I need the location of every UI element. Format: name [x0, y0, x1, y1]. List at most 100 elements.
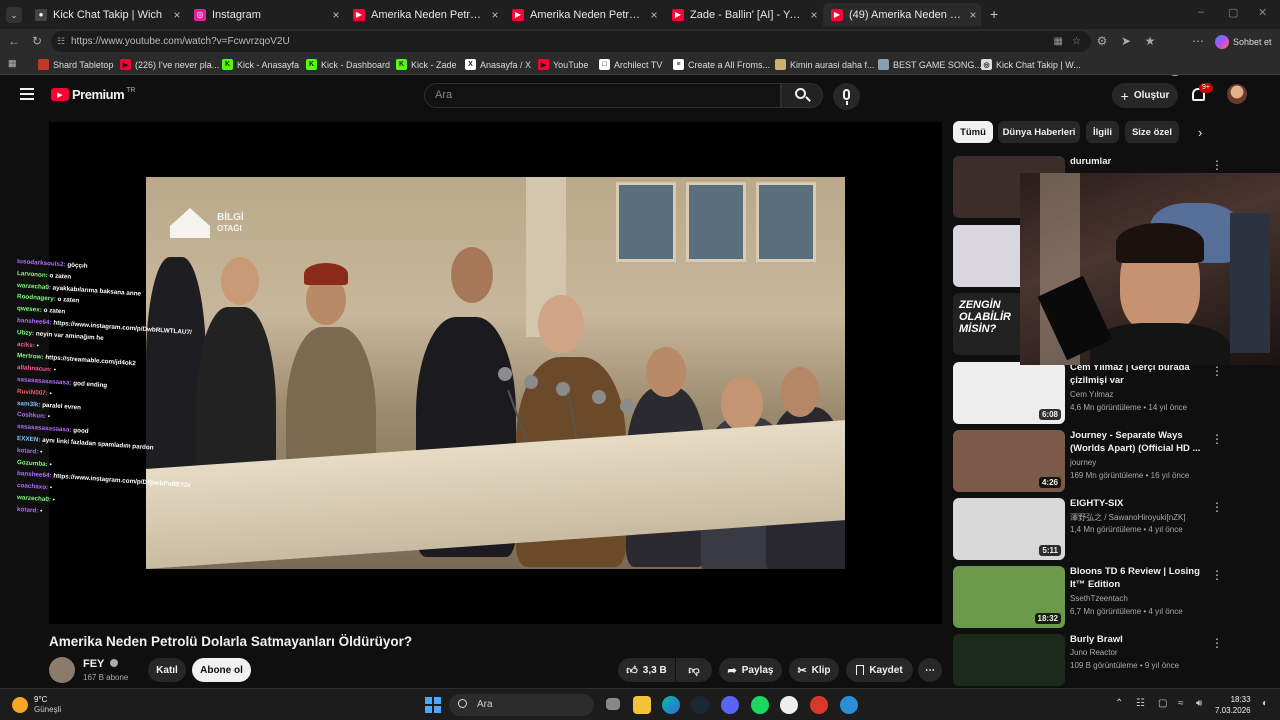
video-title[interactable]: Burly Brawl [1070, 634, 1215, 647]
tab-close-icon[interactable]: × [646, 8, 662, 22]
tab-close-icon[interactable]: × [806, 8, 822, 22]
filter-chip[interactable]: Size özel [1125, 121, 1179, 143]
bookmarks-menu-icon[interactable]: ▦ [8, 58, 17, 69]
windows-start-icon[interactable] [425, 697, 441, 713]
browser-tab[interactable]: ▶ Amerika Neden Petrolü Dolarla Sa× [504, 3, 662, 26]
app-blue-icon[interactable] [840, 696, 858, 714]
tab-actions-icon[interactable]: ⌄ [6, 7, 22, 23]
channel-name[interactable]: FEY [83, 658, 119, 670]
more-vertical-icon[interactable]: ⋮ [1211, 364, 1223, 378]
wifi-icon[interactable]: ≈ [1178, 698, 1184, 709]
new-tab-button[interactable]: + [990, 6, 998, 22]
bookmark-item[interactable]: Kimin aurasi daha f... [775, 57, 875, 72]
reader-mode-icon[interactable]: ▦ [1054, 31, 1063, 52]
video-title[interactable]: Journey - Separate Ways (Worlds Apart) (… [1070, 430, 1215, 455]
bookmark-item[interactable]: ≡ Create a All Froms... [673, 57, 770, 72]
account-avatar[interactable] [1227, 84, 1247, 104]
network-icon[interactable]: ☷ [1136, 698, 1145, 709]
recommended-video[interactable]: 6:08 Cem Yılmaz | Gerçi burada çizilmişi … [953, 362, 1253, 424]
browser-tab[interactable]: ▶ (49) Amerika Neden Petrolü D× [823, 3, 981, 26]
more-vertical-icon[interactable]: ⋮ [1211, 158, 1223, 172]
video-title[interactable]: Cem Yılmaz | Gerçi burada çizilmişi var [1070, 362, 1215, 387]
filter-chip[interactable]: İlgili [1086, 121, 1119, 143]
browser-tab[interactable]: ▶ Amerika Neden Petrolü Dolarla Sa× [345, 3, 503, 26]
bookmark-item[interactable]: X Anasayfa / X [465, 57, 531, 72]
channel-avatar[interactable] [49, 657, 75, 683]
recommended-video[interactable]: 18:32 Bloons TD 6 Review | Losing It™ Edi… [953, 566, 1253, 628]
copilot-button[interactable]: Sohbet et [1215, 32, 1272, 51]
clock[interactable]: 18:33 7.03.2026 [1215, 694, 1251, 716]
youtube-logo[interactable]: ▶ Premium TR [51, 87, 135, 102]
video-thumbnail[interactable]: 4:26 [953, 430, 1065, 492]
voice-search-button[interactable] [833, 83, 860, 110]
bookmark-item[interactable]: ◎ Kick Chat Takip | W... [981, 57, 1081, 72]
recommended-video[interactable]: Burly Brawl Juno Reactor 109 B görüntüleme… [953, 634, 1253, 694]
more-menu-icon[interactable]: ⋯ [1190, 33, 1206, 49]
close-window-button[interactable]: ✕ [1258, 6, 1267, 19]
bookmark-item[interactable]: BEST GAME SONG... [878, 57, 982, 72]
notification-center-icon[interactable]: ◐ [1262, 698, 1268, 709]
unreal-icon[interactable] [780, 696, 798, 714]
save-button[interactable]: Kaydet [846, 658, 913, 682]
search-input[interactable]: Ara [424, 83, 781, 108]
site-info-icon[interactable]: ☷ [57, 31, 65, 52]
spotify-icon[interactable] [751, 696, 769, 714]
extensions-icon[interactable]: ⚙ [1094, 33, 1110, 49]
dislike-button[interactable]: 👎︎ [676, 658, 712, 682]
tab-close-icon[interactable]: × [169, 8, 185, 22]
create-button[interactable]: + Oluştur [1112, 83, 1178, 108]
file-explorer-icon[interactable] [633, 696, 651, 714]
tab-close-icon[interactable]: × [965, 8, 981, 22]
subscribe-button[interactable]: Abone ol [192, 658, 251, 682]
tray-chevron-icon[interactable]: ⌃ [1115, 698, 1123, 709]
browser-tab[interactable]: ▶ Zade - Ballin' [AI] - YouTube× [664, 3, 822, 26]
bookmark-item[interactable]: K Kick - Zade [396, 57, 457, 72]
browser-tab[interactable]: ● Kick Chat Takip | Wich × [27, 3, 185, 26]
bookmark-item[interactable]: ▶ (226) I've never pla... [120, 57, 219, 72]
notifications-button[interactable]: 9+ [1190, 83, 1213, 104]
edge-icon[interactable] [662, 696, 680, 714]
clip-button[interactable]: ✂ Klip [789, 658, 839, 682]
recommended-video[interactable]: 4:26 Journey - Separate Ways (Worlds Apar… [953, 430, 1253, 492]
maximize-button[interactable]: ▢ [1228, 6, 1238, 19]
video-thumbnail[interactable]: 18:32 [953, 566, 1065, 628]
more-vertical-icon[interactable]: ⋮ [1211, 432, 1223, 446]
favorites-icon[interactable]: ★ [1142, 33, 1158, 49]
chips-next-icon[interactable]: › [1198, 125, 1202, 140]
video-thumbnail[interactable]: 5:11 [953, 498, 1065, 560]
join-button[interactable]: Katıl [148, 658, 186, 682]
more-vertical-icon[interactable]: ⋮ [1211, 636, 1223, 650]
bookmark-item[interactable]: Shard Tabletop [38, 57, 113, 72]
discord-icon[interactable] [721, 696, 739, 714]
video-title[interactable]: Bloons TD 6 Review | Losing It™ Edition [1070, 566, 1215, 591]
task-view-icon[interactable] [606, 698, 620, 710]
like-button[interactable]: 👍︎ 3,3 B [618, 658, 675, 682]
menu-icon[interactable] [20, 88, 34, 100]
bookmark-item[interactable]: K Kick - Anasayfa [222, 57, 299, 72]
bookmark-item[interactable]: ▶ YouTube [538, 57, 588, 72]
video-title[interactable]: EIGHTY-SIX [1070, 498, 1215, 511]
video-channel[interactable]: Cem Yılmaz [1070, 390, 1113, 399]
back-icon[interactable]: ← [6, 33, 22, 49]
reload-icon[interactable]: ↻ [29, 33, 45, 49]
display-icon[interactable]: ▢ [1158, 698, 1167, 709]
share-button[interactable]: ➦ Paylaş [719, 658, 782, 682]
video-channel[interactable]: SsethTzeentach [1070, 594, 1128, 603]
tab-close-icon[interactable]: × [487, 8, 503, 22]
browser-tab[interactable]: ◎ Instagram × [186, 3, 344, 26]
video-thumbnail[interactable] [953, 634, 1065, 686]
video-thumbnail[interactable]: 6:08 [953, 362, 1065, 424]
filter-chip[interactable]: Tümü [953, 121, 993, 143]
more-vertical-icon[interactable]: ⋮ [1211, 568, 1223, 582]
bookmark-item[interactable]: □ Archilect TV [599, 57, 662, 72]
search-button[interactable] [781, 83, 823, 108]
volume-icon[interactable]: 🔊︎ [1196, 698, 1202, 709]
taskbar-search[interactable]: Ara [449, 694, 594, 716]
recommended-video[interactable]: 5:11 EIGHTY-SIX 澤野弘之 / SawanoHiroyuki[nZK]… [953, 498, 1253, 560]
video-channel[interactable]: Juno Reactor [1070, 648, 1118, 657]
video-channel[interactable]: journey [1070, 458, 1096, 467]
url-bar[interactable]: ☷ https://www.youtube.com/watch?v=Fcwvrz… [51, 31, 1091, 52]
weather-widget[interactable]: 9°C Güneşli [12, 695, 61, 715]
steam-icon[interactable] [691, 696, 709, 714]
tab-close-icon[interactable]: × [328, 8, 344, 22]
